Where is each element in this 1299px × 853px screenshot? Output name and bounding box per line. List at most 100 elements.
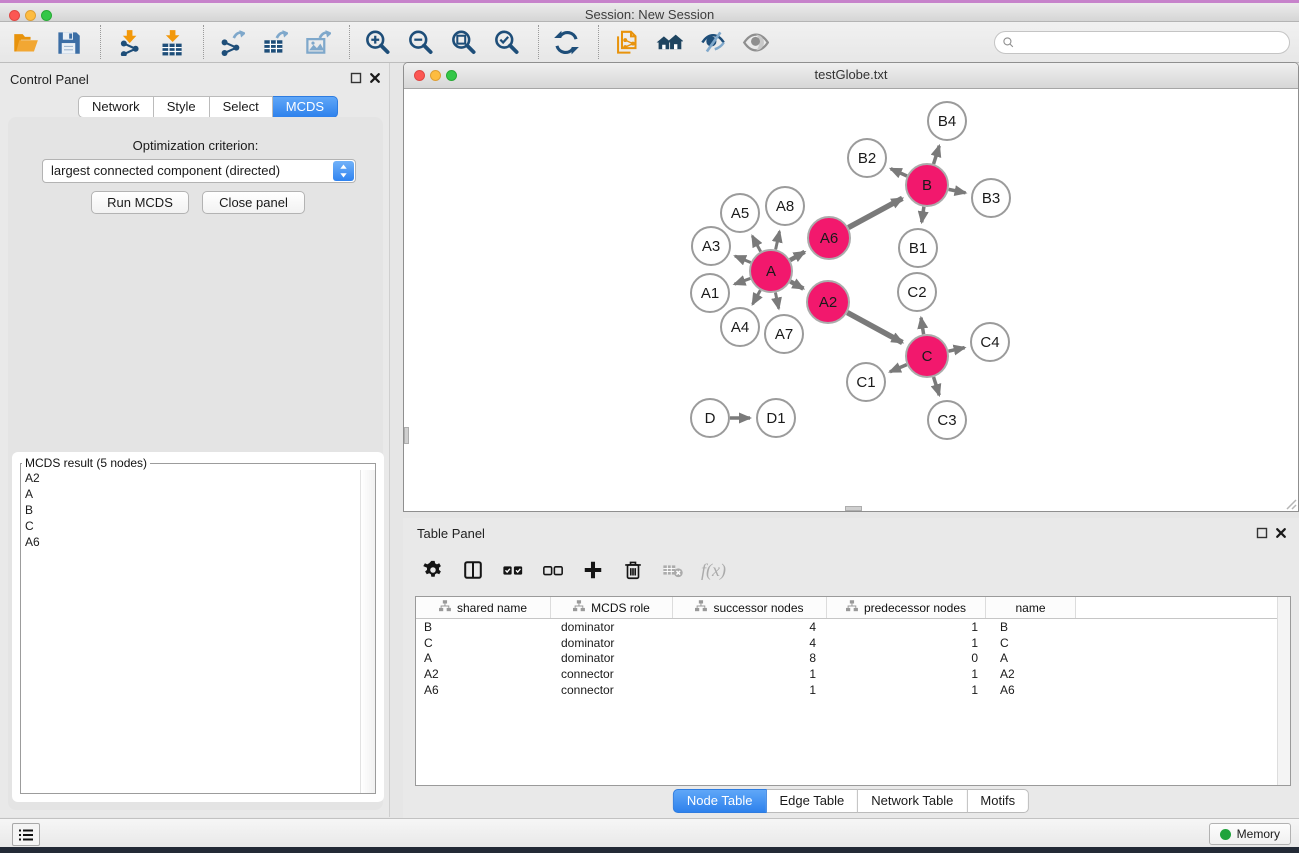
network-canvas[interactable]: B4B2BB3A5A8A6B1A3AC2A1A2A4A7C4CC1C3DD1 bbox=[404, 89, 1298, 511]
table-row[interactable]: Bdominator41B bbox=[416, 619, 1290, 635]
column-header-name[interactable]: name bbox=[986, 597, 1076, 618]
cell-shared-name[interactable]: A bbox=[416, 651, 551, 665]
cell-mcds-role[interactable]: dominator bbox=[551, 620, 673, 634]
show-selected-icon[interactable] bbox=[740, 27, 770, 57]
tab-network[interactable]: Network bbox=[78, 96, 154, 118]
cell-predecessor-nodes[interactable]: 1 bbox=[827, 667, 986, 681]
search-box[interactable] bbox=[994, 31, 1290, 54]
tab-mcds[interactable]: MCDS bbox=[273, 96, 338, 118]
cell-predecessor-nodes[interactable]: 1 bbox=[827, 683, 986, 697]
select-all-icon[interactable] bbox=[501, 558, 525, 582]
network-graph[interactable]: B4B2BB3A5A8A6B1A3AC2A1A2A4A7C4CC1C3DD1 bbox=[404, 89, 1298, 511]
cell-shared-name[interactable]: A2 bbox=[416, 667, 551, 681]
close-panel-button[interactable]: Close panel bbox=[202, 191, 305, 214]
cell-successor-nodes[interactable]: 4 bbox=[673, 620, 827, 634]
memory-button[interactable]: Memory bbox=[1209, 823, 1291, 845]
table-row[interactable]: Adominator80A bbox=[416, 650, 1290, 666]
export-image-icon[interactable] bbox=[302, 27, 332, 57]
zoom-out-icon[interactable] bbox=[405, 27, 435, 57]
cell-shared-name[interactable]: B bbox=[416, 620, 551, 634]
table-row[interactable]: A2connector11A2 bbox=[416, 666, 1290, 682]
column-header-mcds-role[interactable]: MCDS role bbox=[551, 597, 673, 618]
tab-node-table[interactable]: Node Table bbox=[673, 789, 767, 813]
run-mcds-button[interactable]: Run MCDS bbox=[91, 191, 189, 214]
canvas-vertical-scroll-thumb[interactable] bbox=[404, 427, 409, 444]
cell-shared-name[interactable]: A6 bbox=[416, 683, 551, 697]
cell-successor-nodes[interactable]: 1 bbox=[673, 683, 827, 697]
zoom-fit-icon[interactable] bbox=[448, 27, 478, 57]
cell-mcds-role[interactable]: connector bbox=[551, 667, 673, 681]
edge-B-B2[interactable] bbox=[891, 169, 907, 176]
cell-mcds-role[interactable]: dominator bbox=[551, 636, 673, 650]
edge-B-B1[interactable] bbox=[922, 207, 924, 222]
cell-name[interactable]: C bbox=[986, 636, 1076, 650]
cell-predecessor-nodes[interactable]: 1 bbox=[827, 636, 986, 650]
result-item[interactable]: B bbox=[21, 502, 361, 518]
cell-name[interactable]: A6 bbox=[986, 683, 1076, 697]
gear-icon[interactable] bbox=[421, 558, 445, 582]
deselect-all-icon[interactable] bbox=[541, 558, 565, 582]
edge-A6-B[interactable] bbox=[848, 198, 902, 227]
tab-select[interactable]: Select bbox=[210, 96, 273, 118]
table-scrollbar[interactable] bbox=[1277, 597, 1290, 785]
canvas-horizontal-scroll-thumb[interactable] bbox=[845, 506, 862, 511]
home-icon[interactable] bbox=[654, 27, 684, 57]
result-item[interactable]: A6 bbox=[21, 534, 361, 550]
zoom-selected-icon[interactable] bbox=[491, 27, 521, 57]
column-header-successor-nodes[interactable]: successor nodes bbox=[673, 597, 827, 618]
edge-B-B4[interactable] bbox=[934, 146, 940, 164]
edge-C-C4[interactable] bbox=[948, 348, 964, 352]
close-panel-icon[interactable] bbox=[369, 72, 381, 84]
clone-network-icon[interactable] bbox=[611, 27, 641, 57]
open-icon[interactable] bbox=[10, 27, 40, 57]
import-table-icon[interactable] bbox=[156, 27, 186, 57]
edge-A-A1[interactable] bbox=[734, 278, 750, 284]
add-icon[interactable] bbox=[581, 558, 605, 582]
edge-A-A5[interactable] bbox=[752, 236, 760, 252]
network-window-titlebar[interactable]: testGlobe.txt bbox=[404, 63, 1298, 89]
select-stepper-icon[interactable] bbox=[333, 161, 354, 181]
export-network-icon[interactable] bbox=[216, 27, 246, 57]
save-icon[interactable] bbox=[53, 27, 83, 57]
cell-successor-nodes[interactable]: 1 bbox=[673, 667, 827, 681]
zoom-in-icon[interactable] bbox=[362, 27, 392, 57]
result-item[interactable]: A2 bbox=[21, 470, 361, 486]
column-header-shared-name[interactable]: shared name bbox=[416, 597, 551, 618]
refresh-icon[interactable] bbox=[551, 27, 581, 57]
cell-successor-nodes[interactable]: 4 bbox=[673, 636, 827, 650]
cell-successor-nodes[interactable]: 8 bbox=[673, 651, 827, 665]
cell-mcds-role[interactable]: connector bbox=[551, 683, 673, 697]
result-scrollbar[interactable] bbox=[360, 470, 375, 793]
search-input[interactable] bbox=[1015, 36, 1289, 50]
tab-network-table[interactable]: Network Table bbox=[858, 789, 967, 813]
task-history-button[interactable] bbox=[12, 823, 40, 846]
delete-icon[interactable] bbox=[621, 558, 645, 582]
edge-A-A3[interactable] bbox=[735, 256, 751, 263]
import-network-icon[interactable] bbox=[113, 27, 143, 57]
edge-A-A4[interactable] bbox=[753, 290, 761, 304]
optimization-select[interactable]: largest connected component (directed) bbox=[42, 159, 356, 183]
cell-predecessor-nodes[interactable]: 0 bbox=[827, 651, 986, 665]
edge-C-C3[interactable] bbox=[934, 377, 940, 395]
edge-A-A2[interactable] bbox=[790, 282, 803, 289]
float-panel-icon[interactable] bbox=[350, 72, 362, 84]
column-header-predecessor-nodes[interactable]: predecessor nodes bbox=[827, 597, 986, 618]
cell-predecessor-nodes[interactable]: 1 bbox=[827, 620, 986, 634]
table-row[interactable]: Cdominator41C bbox=[416, 635, 1290, 651]
float-table-panel-icon[interactable] bbox=[1256, 527, 1268, 539]
columns-icon[interactable] bbox=[461, 558, 485, 582]
cell-name[interactable]: B bbox=[986, 620, 1076, 634]
edge-B-B3[interactable] bbox=[949, 189, 966, 192]
resize-grip-icon[interactable] bbox=[1285, 498, 1297, 510]
table-row[interactable]: A6connector11A6 bbox=[416, 682, 1290, 698]
edge-C-C2[interactable] bbox=[921, 318, 924, 335]
tab-edge-table[interactable]: Edge Table bbox=[766, 789, 858, 813]
result-item[interactable]: C bbox=[21, 518, 361, 534]
close-table-panel-icon[interactable] bbox=[1275, 527, 1287, 539]
mcds-result-list[interactable]: A2ABCA6 bbox=[21, 470, 361, 793]
edge-C-C1[interactable] bbox=[890, 365, 907, 372]
edge-A-A6[interactable] bbox=[790, 252, 805, 260]
cell-mcds-role[interactable]: dominator bbox=[551, 651, 673, 665]
tab-motifs[interactable]: Motifs bbox=[967, 789, 1029, 813]
edge-A-A8[interactable] bbox=[776, 231, 780, 249]
